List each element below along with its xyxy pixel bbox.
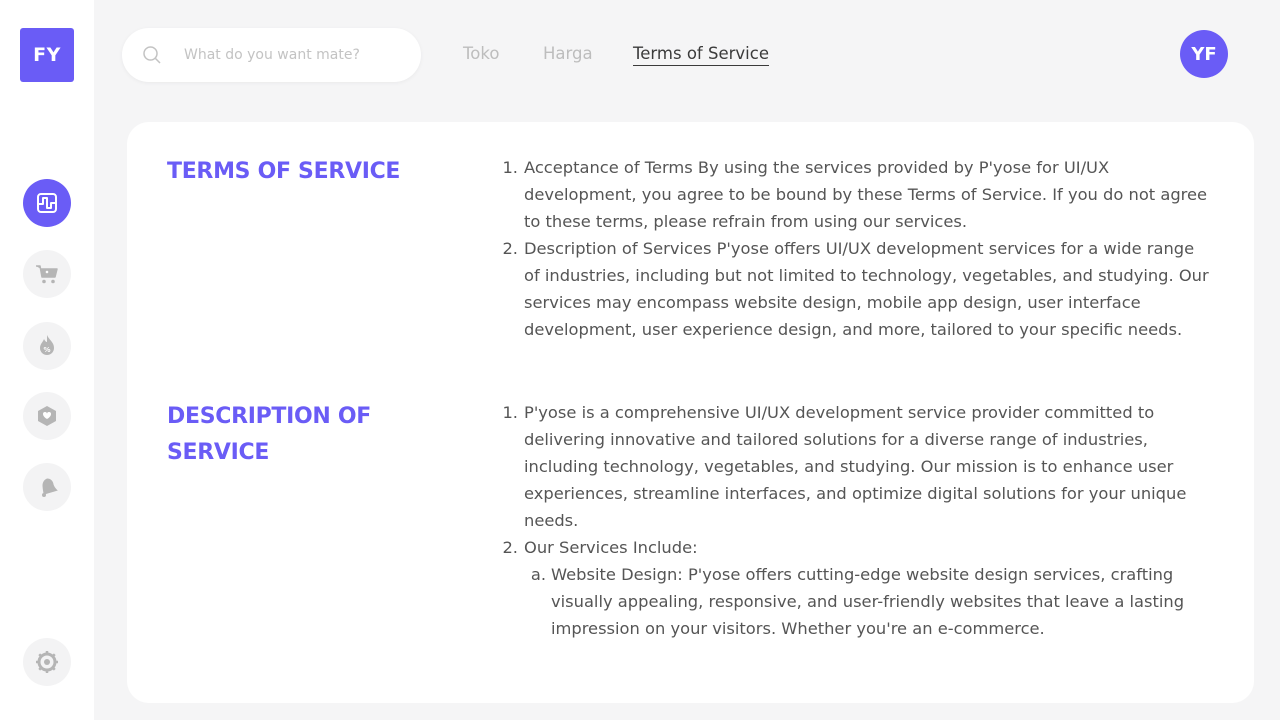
list-number: 1. [502,158,518,177]
list-item: 1. Acceptance of Terms By using the serv… [498,154,1210,235]
list-number: 2. [502,538,518,557]
list-number: 1. [502,403,518,422]
pulse-icon [37,193,57,213]
sidebar: FY % [0,0,94,720]
list-number: 2. [502,239,518,258]
section-title-terms: TERMS OF SERVICE [167,159,401,184]
list-text: Description of Services P'yose offers UI… [524,239,1209,339]
sidebar-item-settings[interactable] [23,638,71,686]
list-text: Our Services Include: [524,538,698,557]
search-input[interactable] [184,42,404,68]
cart-icon [36,265,58,284]
search-icon [143,46,161,64]
section-body-terms: 1. Acceptance of Terms By using the serv… [498,154,1210,343]
content-card: TERMS OF SERVICE 1. Acceptance of Terms … [127,122,1254,703]
section-body-description: 1. P'yose is a comprehensive UI/UX devel… [498,399,1210,642]
tab-harga[interactable]: Harga [543,44,593,63]
tab-toko[interactable]: Toko [463,44,499,63]
sidebar-item-promo[interactable]: % [23,322,71,370]
search-bar [122,28,421,82]
gift-box-icon [38,406,56,426]
section-title-description: DESCRIPTION OF SERVICE [167,404,372,465]
tab-terms-of-service[interactable]: Terms of Service [633,44,769,66]
sidebar-item-notifications[interactable] [23,463,71,511]
sidebar-item-dashboard[interactable] [23,179,71,227]
brand-logo[interactable]: FY [20,28,74,82]
discount-flame-icon: % [40,335,54,355]
bell-icon [42,478,58,497]
list-text: Website Design: P'yose offers cutting-ed… [551,565,1185,638]
list-item: 1. P'yose is a comprehensive UI/UX devel… [498,399,1210,534]
sidebar-item-rewards[interactable] [23,392,71,440]
sub-list-item: a. Website Design: P'yose offers cutting… [524,561,1210,642]
svg-text:%: % [43,346,50,354]
list-text: Acceptance of Terms By using the service… [524,158,1208,231]
avatar[interactable]: YF [1180,30,1228,78]
list-letter: a. [530,565,546,584]
list-item: 2. Description of Services P'yose offers… [498,235,1210,343]
sub-list: a. Website Design: P'yose offers cutting… [524,561,1210,642]
gear-icon [36,651,58,673]
list-item: 2. Our Services Include: a. Website Desi… [498,534,1210,642]
list-text: P'yose is a comprehensive UI/UX developm… [524,403,1187,530]
sidebar-item-cart[interactable] [23,250,71,298]
